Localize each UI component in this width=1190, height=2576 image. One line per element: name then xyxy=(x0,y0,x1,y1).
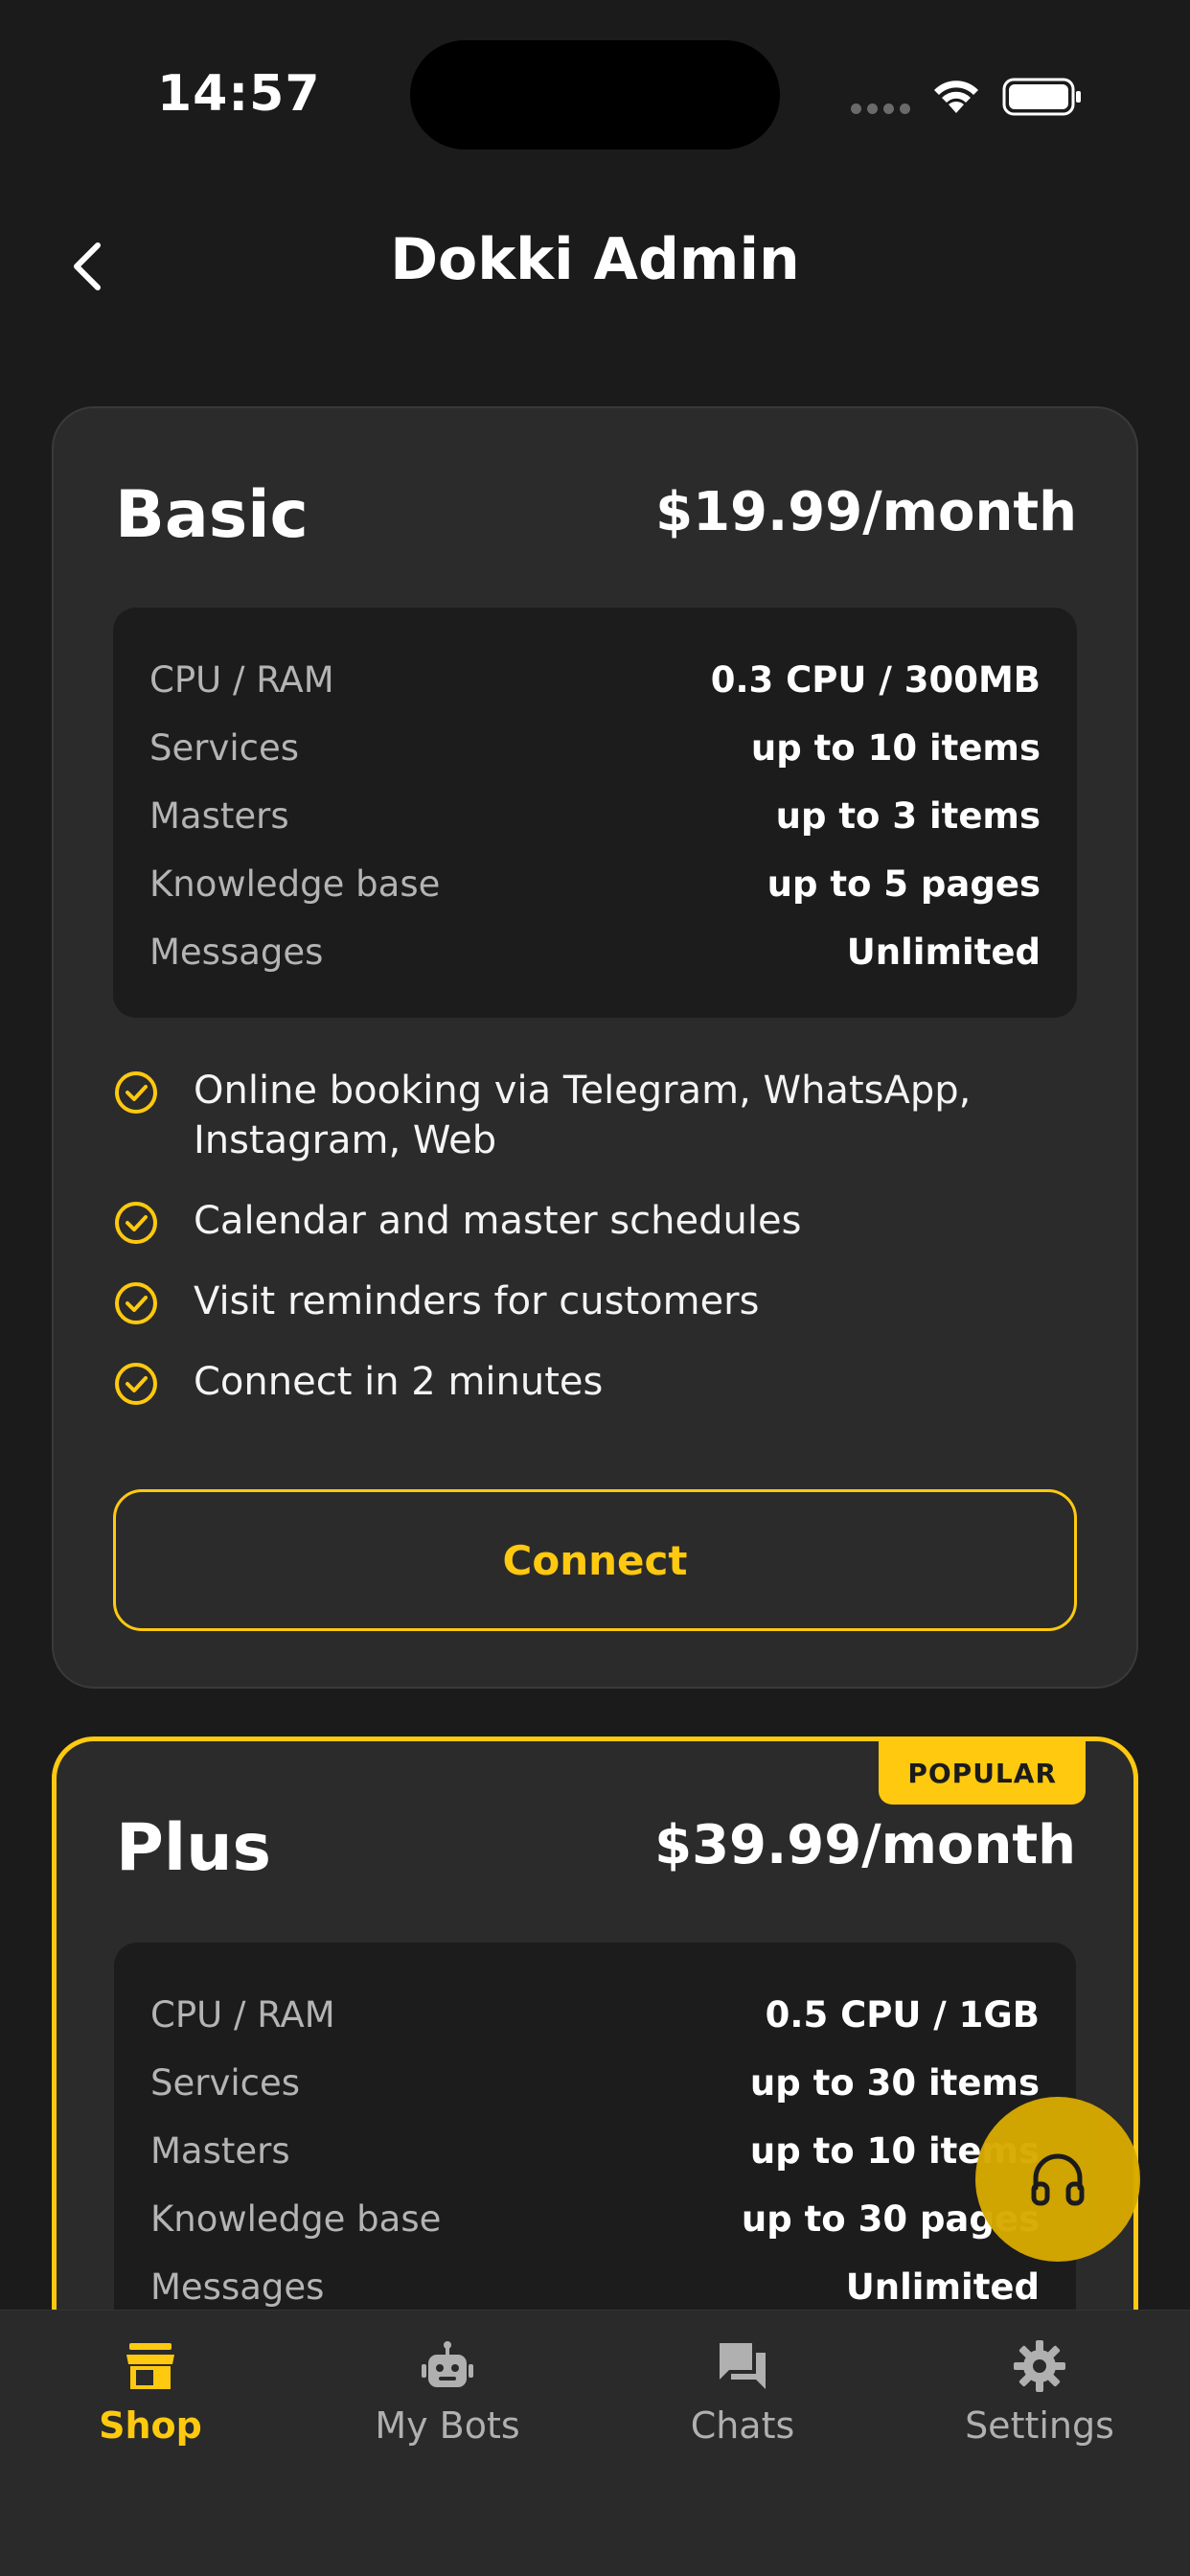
spec-label: Messages xyxy=(149,932,324,973)
gear-icon xyxy=(1014,2340,1065,2392)
tab-chats[interactable]: Chats xyxy=(594,2337,891,2447)
dynamic-island xyxy=(410,40,780,150)
spec-label: Masters xyxy=(150,2130,290,2172)
spec-row: Masters up to 3 items xyxy=(149,782,1041,850)
spec-row: CPU / RAM 0.5 CPU / 1GB xyxy=(150,1981,1040,2049)
spec-label: Knowledge base xyxy=(150,2198,442,2240)
tab-settings[interactable]: Settings xyxy=(891,2337,1188,2447)
check-circle-icon xyxy=(115,1071,157,1114)
tab-bar: Shop My Bots Chats Settings xyxy=(0,2310,1190,2576)
feature-item: Visit reminders for customers xyxy=(113,1276,1077,1326)
tab-label: My Bots xyxy=(375,2404,520,2447)
plan-name: Plus xyxy=(116,1810,272,1886)
robot-icon xyxy=(422,2341,473,2387)
spec-row: Messages Unlimited xyxy=(149,918,1041,986)
cellular-signal-icon xyxy=(851,104,910,114)
spec-value: 0.3 CPU / 300MB xyxy=(710,659,1041,701)
check-circle-icon xyxy=(115,1282,157,1324)
spec-row: CPU / RAM 0.3 CPU / 300MB xyxy=(149,646,1041,714)
feature-list: Online booking via Telegram, WhatsApp, I… xyxy=(113,1066,1077,1438)
spec-row: Services up to 10 items xyxy=(149,714,1041,782)
spec-label: Services xyxy=(150,2062,301,2104)
spec-row: Knowledge base up to 5 pages xyxy=(149,850,1041,918)
spec-label: Messages xyxy=(150,2266,325,2308)
spec-value: 0.5 CPU / 1GB xyxy=(765,1994,1040,2036)
check-circle-icon xyxy=(115,1202,157,1244)
feature-text: Visit reminders for customers xyxy=(194,1279,760,1323)
wifi-icon xyxy=(934,80,978,113)
tab-label: Settings xyxy=(965,2404,1114,2447)
spec-value: up to 3 items xyxy=(775,795,1041,837)
spec-label: Services xyxy=(149,727,300,769)
feature-text: Calendar and master schedules xyxy=(194,1199,802,1243)
spec-value: Unlimited xyxy=(846,932,1041,973)
store-icon xyxy=(126,2343,174,2389)
feature-item: Connect in 2 minutes xyxy=(113,1357,1077,1407)
chat-icon xyxy=(720,2343,766,2389)
spec-label: Masters xyxy=(149,795,289,837)
spec-row: Services up to 30 items xyxy=(150,2049,1040,2117)
plan-name: Basic xyxy=(115,477,309,553)
tab-label: Shop xyxy=(99,2404,202,2447)
spec-row: Knowledge base up to 30 pages xyxy=(150,2185,1040,2253)
feature-text: Connect in 2 minutes xyxy=(194,1360,604,1404)
feature-item: Calendar and master schedules xyxy=(113,1196,1077,1246)
spec-value: up to 10 items xyxy=(750,727,1041,769)
tab-shop[interactable]: Shop xyxy=(2,2337,299,2447)
specs-table: CPU / RAM 0.3 CPU / 300MB Services up to 1… xyxy=(113,608,1077,1018)
spec-value: up to 30 items xyxy=(749,2062,1040,2104)
spec-label: CPU / RAM xyxy=(149,659,334,701)
support-button[interactable] xyxy=(975,2097,1140,2262)
plan-price: $19.99/month xyxy=(655,481,1077,543)
feature-item: Online booking via Telegram, WhatsApp, I… xyxy=(113,1066,1077,1165)
popular-badge: POPULAR xyxy=(879,1741,1086,1805)
spec-value: Unlimited xyxy=(845,2266,1040,2308)
screen: 14:57 Dokki Admin Basic $19.99/month CPU… xyxy=(0,0,1190,2576)
tab-label: Chats xyxy=(690,2404,795,2447)
page-title: Dokki Admin xyxy=(390,226,800,293)
spec-label: CPU / RAM xyxy=(150,1994,335,2036)
plan-price: $39.99/month xyxy=(654,1814,1076,1876)
connect-button[interactable]: Connect xyxy=(113,1489,1077,1631)
check-circle-icon xyxy=(115,1363,157,1405)
spec-label: Knowledge base xyxy=(149,863,441,905)
headset-icon xyxy=(1031,2153,1085,2206)
status-time: 14:57 xyxy=(157,65,321,123)
spec-row: Masters up to 10 items xyxy=(150,2117,1040,2185)
plan-card-basic: Basic $19.99/month CPU / RAM 0.3 CPU / 30… xyxy=(52,406,1138,1689)
battery-icon xyxy=(1002,78,1081,116)
feature-text: Online booking via Telegram, WhatsApp, I… xyxy=(194,1069,972,1162)
spec-value: up to 5 pages xyxy=(767,863,1041,905)
tab-my-bots[interactable]: My Bots xyxy=(299,2337,596,2447)
specs-table: CPU / RAM 0.5 CPU / 1GB Services up to 30 … xyxy=(114,1943,1076,2353)
